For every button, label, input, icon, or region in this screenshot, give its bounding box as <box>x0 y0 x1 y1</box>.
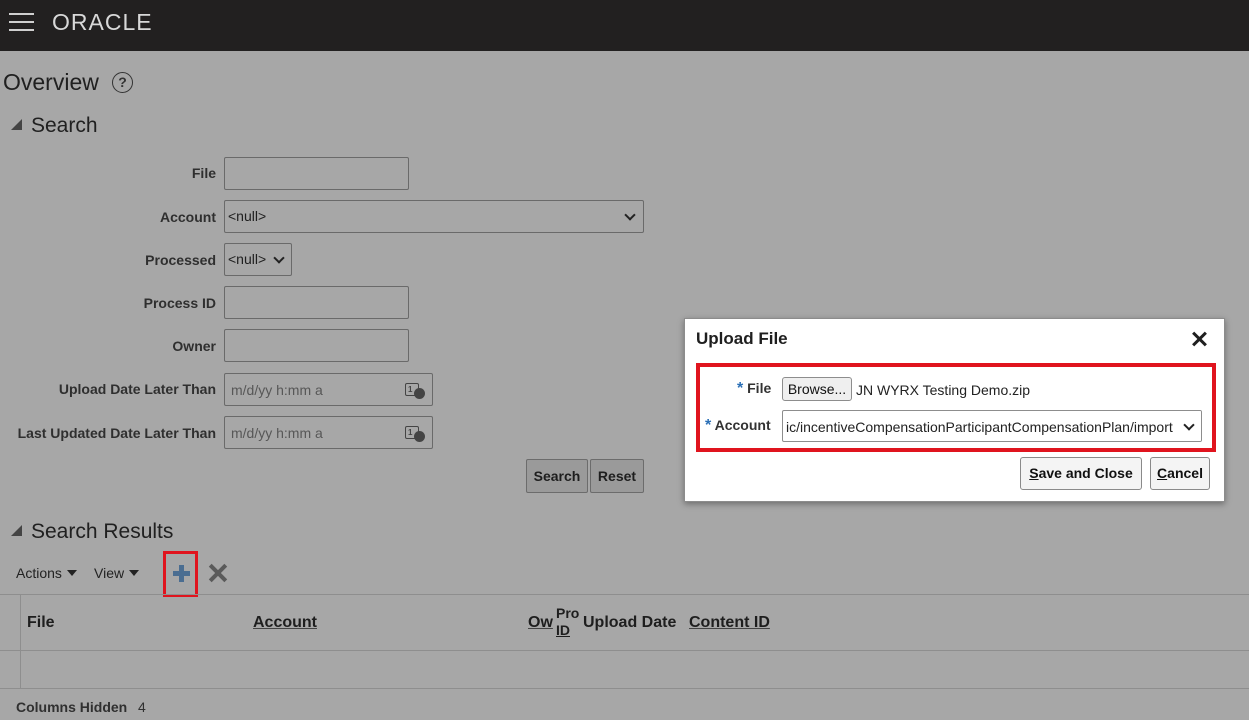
columns-hidden-label: Columns Hidden <box>16 699 128 715</box>
table-border <box>0 650 1249 651</box>
page-title: Overview <box>3 69 99 95</box>
account-label: Account <box>160 209 216 225</box>
col-account[interactable]: Account <box>253 614 317 632</box>
processed-select[interactable]: <null> <box>224 243 292 276</box>
row-header-divider <box>20 594 21 688</box>
dialog-file-label-text: File <box>747 380 772 396</box>
hamburger-icon[interactable] <box>9 13 34 31</box>
selected-file-name: JN WYRX Testing Demo.zip <box>856 382 1031 398</box>
delete-icon[interactable] <box>208 563 228 583</box>
col-upload-date[interactable]: Upload Date <box>583 614 676 632</box>
add-highlight-box <box>163 551 198 597</box>
account-select-value: <null> <box>228 208 267 224</box>
results-table: File Account Ow Pro ID Upload Date Conte… <box>0 594 1249 689</box>
caret-down-icon <box>66 570 77 576</box>
actions-label: Actions <box>16 565 62 581</box>
account-select[interactable]: <null> <box>224 200 644 233</box>
col-process-id-bottom[interactable]: ID <box>556 623 570 638</box>
last-updated-input[interactable]: m/d/yy h:mm a 1 <box>224 416 433 449</box>
collapse-triangle-icon <box>11 119 22 130</box>
processed-select-value: <null> <box>228 251 267 267</box>
save-and-close-button[interactable]: Save and Close <box>1020 457 1142 490</box>
col-owner[interactable]: Ow <box>528 614 553 632</box>
dialog-account-value: ic/incentiveCompensationParticipantCompe… <box>786 419 1173 435</box>
close-icon[interactable] <box>1191 331 1207 347</box>
col-process-id-top[interactable]: Pro <box>556 606 579 621</box>
required-mark: * <box>737 380 744 397</box>
table-border <box>0 688 1249 689</box>
dialog-file-label: * File <box>737 380 771 398</box>
cancel-button[interactable]: Cancel <box>1150 457 1210 490</box>
chevron-down-icon <box>273 252 285 264</box>
upload-date-input[interactable]: m/d/yy h:mm a 1 <box>224 373 433 406</box>
required-mark: * <box>705 417 712 434</box>
owner-label: Owner <box>172 338 216 354</box>
cancel-rest: ancel <box>1167 465 1203 481</box>
save-close-rest: ave and Close <box>1038 465 1133 481</box>
caret-down-icon <box>129 570 140 576</box>
upload-date-label: Upload Date Later Than <box>58 381 216 397</box>
columns-hidden-value: 4 <box>138 699 146 715</box>
calendar-icon[interactable]: 1 <box>405 380 425 399</box>
search-section-header[interactable]: Search <box>11 114 98 138</box>
search-heading: Search <box>31 114 98 137</box>
dialog-title: Upload File <box>696 329 788 348</box>
upload-file-dialog: Upload File * File Browse... JN WYRX Tes… <box>684 318 1225 502</box>
view-label: View <box>94 565 125 581</box>
collapse-triangle-icon <box>11 525 22 536</box>
calendar-icon[interactable]: 1 <box>405 423 425 442</box>
file-input[interactable] <box>224 157 409 190</box>
col-file[interactable]: File <box>27 614 55 632</box>
table-border <box>0 594 1249 595</box>
results-section-header[interactable]: Search Results <box>11 520 173 544</box>
file-label: File <box>191 165 216 181</box>
help-icon[interactable]: ? <box>112 72 133 93</box>
chevron-down-icon <box>624 209 636 221</box>
top-bar: ORACLE <box>0 0 1249 51</box>
browse-button[interactable]: Browse... <box>782 377 852 401</box>
search-button[interactable]: Search <box>526 459 588 493</box>
process-id-input[interactable] <box>224 286 409 319</box>
results-heading: Search Results <box>31 520 174 543</box>
save-close-accel: S <box>1029 465 1039 481</box>
dialog-account-label: * Account <box>705 417 771 435</box>
add-icon[interactable] <box>173 565 190 582</box>
dialog-account-select[interactable]: ic/incentiveCompensationParticipantCompe… <box>782 410 1202 442</box>
oracle-logo: ORACLE <box>52 9 153 35</box>
owner-input[interactable] <box>224 329 409 362</box>
cancel-accel: C <box>1157 465 1168 481</box>
process-id-label: Process ID <box>143 295 216 311</box>
reset-button[interactable]: Reset <box>590 459 644 493</box>
last-updated-label: Last Updated Date Later Than <box>17 425 216 441</box>
processed-label: Processed <box>145 252 216 268</box>
actions-menu[interactable]: Actions <box>16 565 77 581</box>
upload-date-placeholder: m/d/yy h:mm a <box>231 382 323 398</box>
last-updated-placeholder: m/d/yy h:mm a <box>231 425 323 441</box>
dialog-account-label-text: Account <box>714 417 771 433</box>
view-menu[interactable]: View <box>94 565 140 581</box>
col-content-id[interactable]: Content ID <box>689 614 770 632</box>
